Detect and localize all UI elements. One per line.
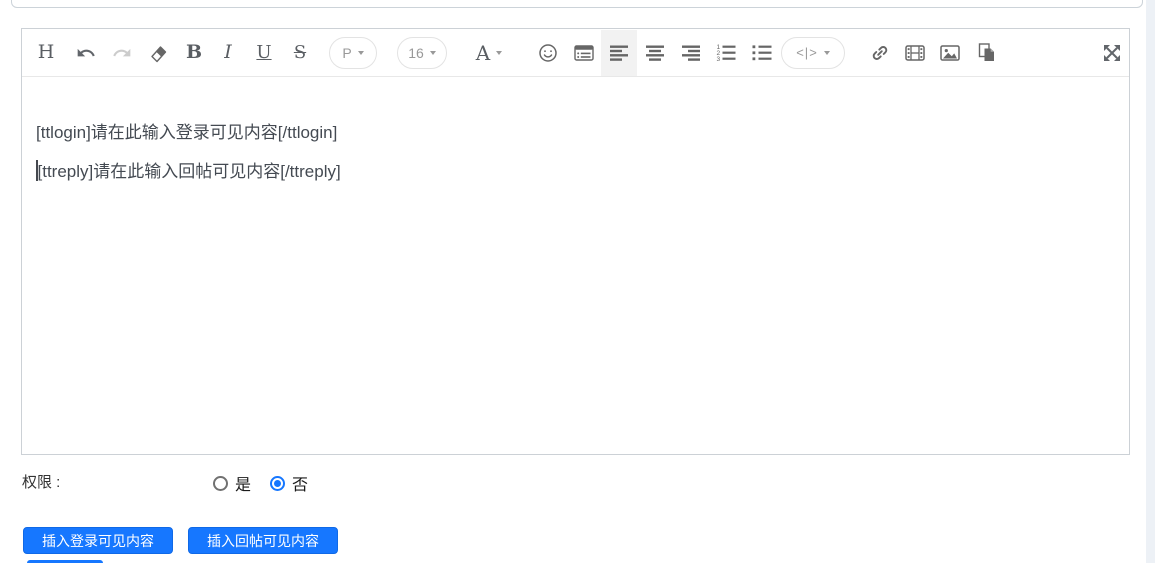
editor-toolbar: H B I U S P 16 A 1 2 3 <|> [22, 29, 1129, 77]
align-left-button[interactable] [601, 29, 637, 76]
emoji-icon [538, 43, 558, 63]
font-color-label: A [475, 40, 491, 65]
unordered-list-button[interactable] [745, 30, 779, 76]
align-center-icon [646, 45, 664, 61]
list-panel-button[interactable] [567, 30, 601, 76]
align-center-button[interactable] [637, 30, 673, 76]
video-button[interactable] [897, 30, 933, 76]
radio-checked-icon[interactable] [270, 475, 286, 491]
permission-option-yes[interactable]: 是 [213, 471, 251, 495]
redo-icon [112, 43, 132, 63]
paragraph-format-value: P [342, 44, 352, 61]
align-left-icon [610, 45, 628, 61]
strikethrough-label: S [293, 41, 307, 63]
permission-row: 权限 : 是 否 [0, 470, 1130, 496]
chevron-down-icon [357, 50, 364, 55]
editor-paragraph-text: [ttlogin]请在此输入登录可见内容[/ttlogin] [36, 123, 338, 142]
radio-unchecked-icon[interactable] [213, 475, 228, 491]
editor-content-area[interactable]: [ttlogin]请在此输入登录可见内容[/ttlogin] [ttreply]… [22, 77, 1129, 455]
editor-paragraph: [ttlogin]请在此输入登录可见内容[/ttlogin] [36, 121, 1114, 145]
bold-label: B [185, 41, 203, 63]
eraser-icon [148, 42, 168, 63]
paragraph-format-select[interactable]: P [329, 36, 377, 69]
scrollbar-track[interactable] [1146, 0, 1155, 563]
code-format-select[interactable]: <|> [781, 36, 845, 69]
insert-reply-content-button[interactable]: 插入回帖可见内容 [188, 527, 338, 554]
align-right-button[interactable] [673, 30, 709, 76]
heading-button[interactable]: H [29, 30, 63, 76]
permission-option-no[interactable]: 否 [270, 471, 308, 495]
chevron-down-icon [496, 50, 503, 55]
emoji-button[interactable] [531, 30, 565, 76]
chevron-down-icon [429, 50, 436, 55]
permission-label: 权限 : [22, 474, 61, 491]
list-panel-icon [574, 44, 594, 61]
chevron-down-icon [823, 50, 830, 55]
permission-option-no-label[interactable]: 否 [292, 471, 308, 495]
image-icon [940, 44, 960, 61]
image-button[interactable] [933, 30, 967, 76]
font-size-select[interactable]: 16 [397, 36, 447, 69]
ordered-list-icon: 1 2 3 [716, 44, 736, 61]
heading-label: H [37, 41, 55, 63]
video-icon [905, 44, 925, 61]
underline-button[interactable]: U [247, 30, 281, 76]
bold-button[interactable]: B [177, 30, 211, 76]
italic-label: I [224, 41, 232, 63]
fullscreen-button[interactable] [1097, 30, 1127, 76]
strikethrough-button[interactable]: S [283, 30, 317, 76]
redo-button[interactable] [105, 30, 139, 76]
editor-paragraph-text: [ttreply]请在此输入回帖可见内容[/ttreply] [37, 162, 341, 181]
undo-button[interactable] [69, 30, 103, 76]
permission-radio-group: 是 否 [213, 470, 327, 496]
rich-text-editor: H B I U S P 16 A 1 2 3 <|> [ttlogin]请在此输… [21, 28, 1130, 455]
editor-paragraph: [ttreply]请在此输入回帖可见内容[/ttreply] [36, 160, 1114, 184]
ordered-list-button[interactable]: 1 2 3 [709, 30, 743, 76]
undo-icon [76, 43, 96, 63]
paste-button[interactable] [969, 30, 1003, 76]
svg-text:3: 3 [717, 56, 721, 61]
align-right-icon [682, 45, 700, 61]
italic-button[interactable]: I [211, 30, 245, 76]
insert-login-content-button[interactable]: 插入登录可见内容 [23, 527, 173, 554]
title-input-partial[interactable] [11, 0, 1143, 8]
code-format-value: <|> [796, 45, 818, 60]
link-button[interactable] [863, 30, 897, 76]
fullscreen-icon [1103, 44, 1121, 62]
underline-label: U [256, 41, 272, 63]
link-icon [870, 43, 890, 63]
font-color-button[interactable]: A [469, 30, 509, 76]
unordered-list-icon [752, 44, 772, 61]
font-size-value: 16 [408, 44, 424, 61]
action-buttons-row: 插入登录可见内容 插入回帖可见内容 [0, 527, 1130, 554]
paste-icon [976, 43, 996, 62]
permission-option-yes-label[interactable]: 是 [235, 471, 251, 495]
clear-format-button[interactable] [141, 30, 175, 76]
